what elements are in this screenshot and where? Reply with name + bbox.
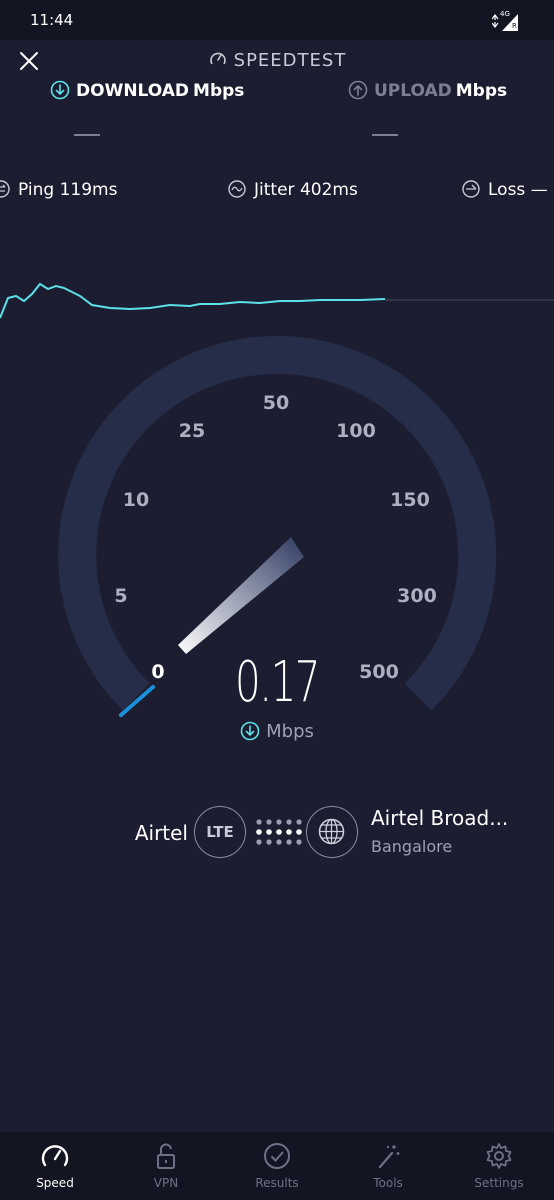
jitter-label: Jitter [254, 180, 295, 200]
nav-item-settings[interactable]: Settings [444, 1132, 554, 1200]
loss-label: Loss [488, 180, 526, 200]
download-label: DOWNLOAD [76, 81, 190, 101]
network-type: 4G [500, 10, 510, 18]
nav-item-tools[interactable]: Tools [333, 1132, 443, 1200]
globe-icon [318, 818, 345, 845]
nav-item-results[interactable]: Results [222, 1132, 332, 1200]
loss-value: — [530, 180, 548, 200]
throughput-graph [0, 282, 554, 319]
bottom-nav: Speed VPN Results Tools Settings [0, 1132, 554, 1200]
upload-label: UPLOAD [374, 81, 452, 101]
tab-download[interactable]: DOWNLOAD Mbps [50, 80, 244, 101]
gauge-label-300: 300 [397, 585, 437, 607]
ping-icon [0, 180, 10, 198]
ping-metric: Ping 119ms [0, 180, 117, 200]
ping-label: Ping [18, 180, 55, 200]
upload-unit: Mbps [455, 81, 508, 101]
loss-icon [462, 180, 480, 198]
tab-upload[interactable]: UPLOAD Mbps [348, 80, 507, 101]
ping-value: 119ms [59, 180, 118, 200]
gauge-label-10: 10 [122, 489, 150, 511]
gear-icon [486, 1143, 512, 1169]
nav-item-speed[interactable]: Speed [0, 1132, 110, 1200]
magic-wand-icon [378, 1145, 400, 1169]
connection-dots-icon [256, 819, 302, 845]
server-location: Bangalore [371, 837, 453, 856]
speedometer-icon [41, 1145, 69, 1167]
download-unit: Mbps [193, 81, 245, 101]
provider-name: Airtel [134, 821, 188, 845]
status-bar: 11:44 4G R [0, 0, 554, 40]
speedometer-icon [208, 49, 228, 69]
app-title: SPEEDTEST [0, 49, 554, 71]
nav-label-settings: Settings [474, 1176, 524, 1190]
nav-label-tools: Tools [373, 1176, 403, 1190]
nav-item-vpn[interactable]: VPN [111, 1132, 221, 1200]
signal-icon: 4G R [491, 10, 520, 31]
gauge-label-25: 25 [178, 420, 206, 442]
connection-type-label: LTE [206, 823, 234, 841]
server-button[interactable] [306, 806, 358, 858]
lock-icon [157, 1143, 175, 1169]
upload-value-placeholder [372, 134, 398, 136]
download-value-placeholder [74, 134, 100, 136]
gauge-label-5: 5 [114, 585, 128, 607]
nav-label-speed: Speed [36, 1176, 74, 1190]
jitter-value: 402ms [299, 180, 358, 200]
current-speed-value: 0.17 [234, 650, 320, 715]
gauge-needle [178, 537, 304, 654]
nav-label-vpn: VPN [153, 1176, 179, 1190]
jitter-metric: Jitter 402ms [228, 180, 358, 200]
download-arrow-icon [50, 80, 70, 100]
gauge-label-50: 50 [262, 392, 290, 414]
download-arrow-icon [240, 721, 260, 741]
throughput-line [0, 282, 386, 319]
loss-metric: Loss — [462, 180, 548, 200]
current-speed-unit: Mbps [0, 721, 554, 742]
status-time: 11:44 [30, 11, 74, 29]
check-circle-icon [264, 1143, 290, 1169]
roaming-indicator: R [512, 22, 517, 30]
upload-arrow-icon [348, 80, 368, 100]
jitter-icon [228, 180, 246, 198]
title-text: SPEEDTEST [233, 50, 347, 71]
connection-type-button[interactable]: LTE [194, 806, 246, 858]
speed-unit-label: Mbps [266, 721, 314, 742]
server-name[interactable]: Airtel Broad... [371, 806, 508, 830]
nav-label-results: Results [255, 1176, 299, 1190]
gauge-label-150: 150 [390, 489, 430, 511]
gauge-label-100: 100 [336, 420, 376, 442]
